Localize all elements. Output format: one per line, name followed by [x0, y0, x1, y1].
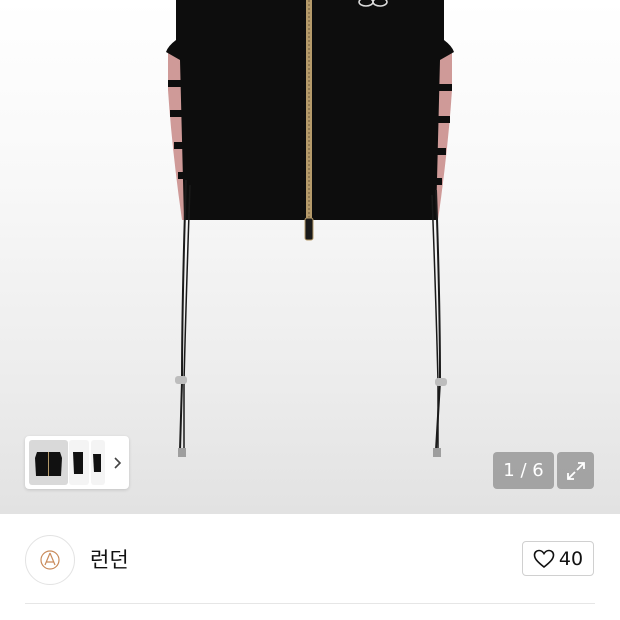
like-count: 40 — [558, 547, 584, 570]
expand-image-button[interactable] — [557, 452, 594, 489]
thumbnail-3[interactable] — [91, 440, 105, 485]
heart-outline-icon — [533, 549, 555, 568]
seller-name[interactable]: 런던 — [90, 544, 129, 574]
thumbnail-next-button[interactable] — [107, 440, 127, 485]
section-divider — [25, 603, 595, 604]
thumbnail-2[interactable] — [69, 440, 89, 485]
store-logo-icon — [40, 550, 60, 570]
chevron-right-icon — [114, 456, 122, 469]
expand-icon — [566, 461, 585, 480]
image-page-counter: 1 / 6 — [493, 452, 554, 489]
product-image-gallery[interactable]: 1 / 6 — [0, 0, 620, 514]
thumbnail-1[interactable] — [29, 440, 68, 485]
seller-avatar[interactable] — [25, 535, 75, 585]
thumbnail-strip — [25, 436, 129, 489]
seller-info: 런던 40 — [0, 514, 620, 604]
like-button[interactable]: 40 — [522, 541, 594, 576]
